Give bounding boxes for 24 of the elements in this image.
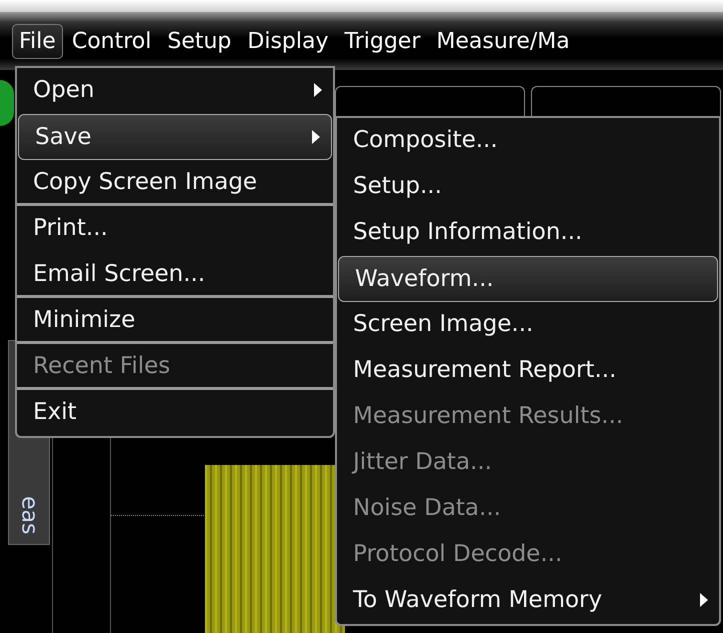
menu-item[interactable]: Composite...: [337, 118, 719, 164]
caret-icon: [311, 129, 321, 145]
caret-icon: [313, 82, 323, 98]
menu-bar-item[interactable]: Setup: [160, 24, 238, 58]
menu-item[interactable]: Copy Screen Image: [17, 160, 333, 206]
menu-item[interactable]: Print...: [17, 206, 333, 252]
menu-item[interactable]: Save: [18, 114, 332, 160]
menu-bar-item[interactable]: Measure/Ma: [429, 24, 577, 58]
menu-item[interactable]: Measurement Report...: [337, 348, 719, 394]
menu-item[interactable]: Setup...: [337, 164, 719, 210]
menu-bar-item[interactable]: Display: [240, 24, 336, 58]
menu-item[interactable]: Email Screen...: [17, 252, 333, 298]
side-tab-label: eas: [16, 496, 42, 534]
menu-item[interactable]: Minimize: [17, 298, 333, 344]
menu-item[interactable]: Screen Image...: [337, 302, 719, 348]
menu-bar-item[interactable]: Control: [64, 24, 158, 58]
menu-item[interactable]: Setup Information...: [337, 210, 719, 256]
menu-item[interactable]: Open: [17, 68, 333, 114]
menu-item[interactable]: To Waveform Memory: [337, 578, 719, 624]
menu-bar-item[interactable]: Trigger: [338, 24, 428, 58]
menu-bar-item[interactable]: File: [12, 24, 63, 58]
menu-item[interactable]: Waveform...: [338, 256, 718, 302]
caret-icon: [699, 592, 709, 608]
channel-knob-icon: [0, 80, 14, 126]
